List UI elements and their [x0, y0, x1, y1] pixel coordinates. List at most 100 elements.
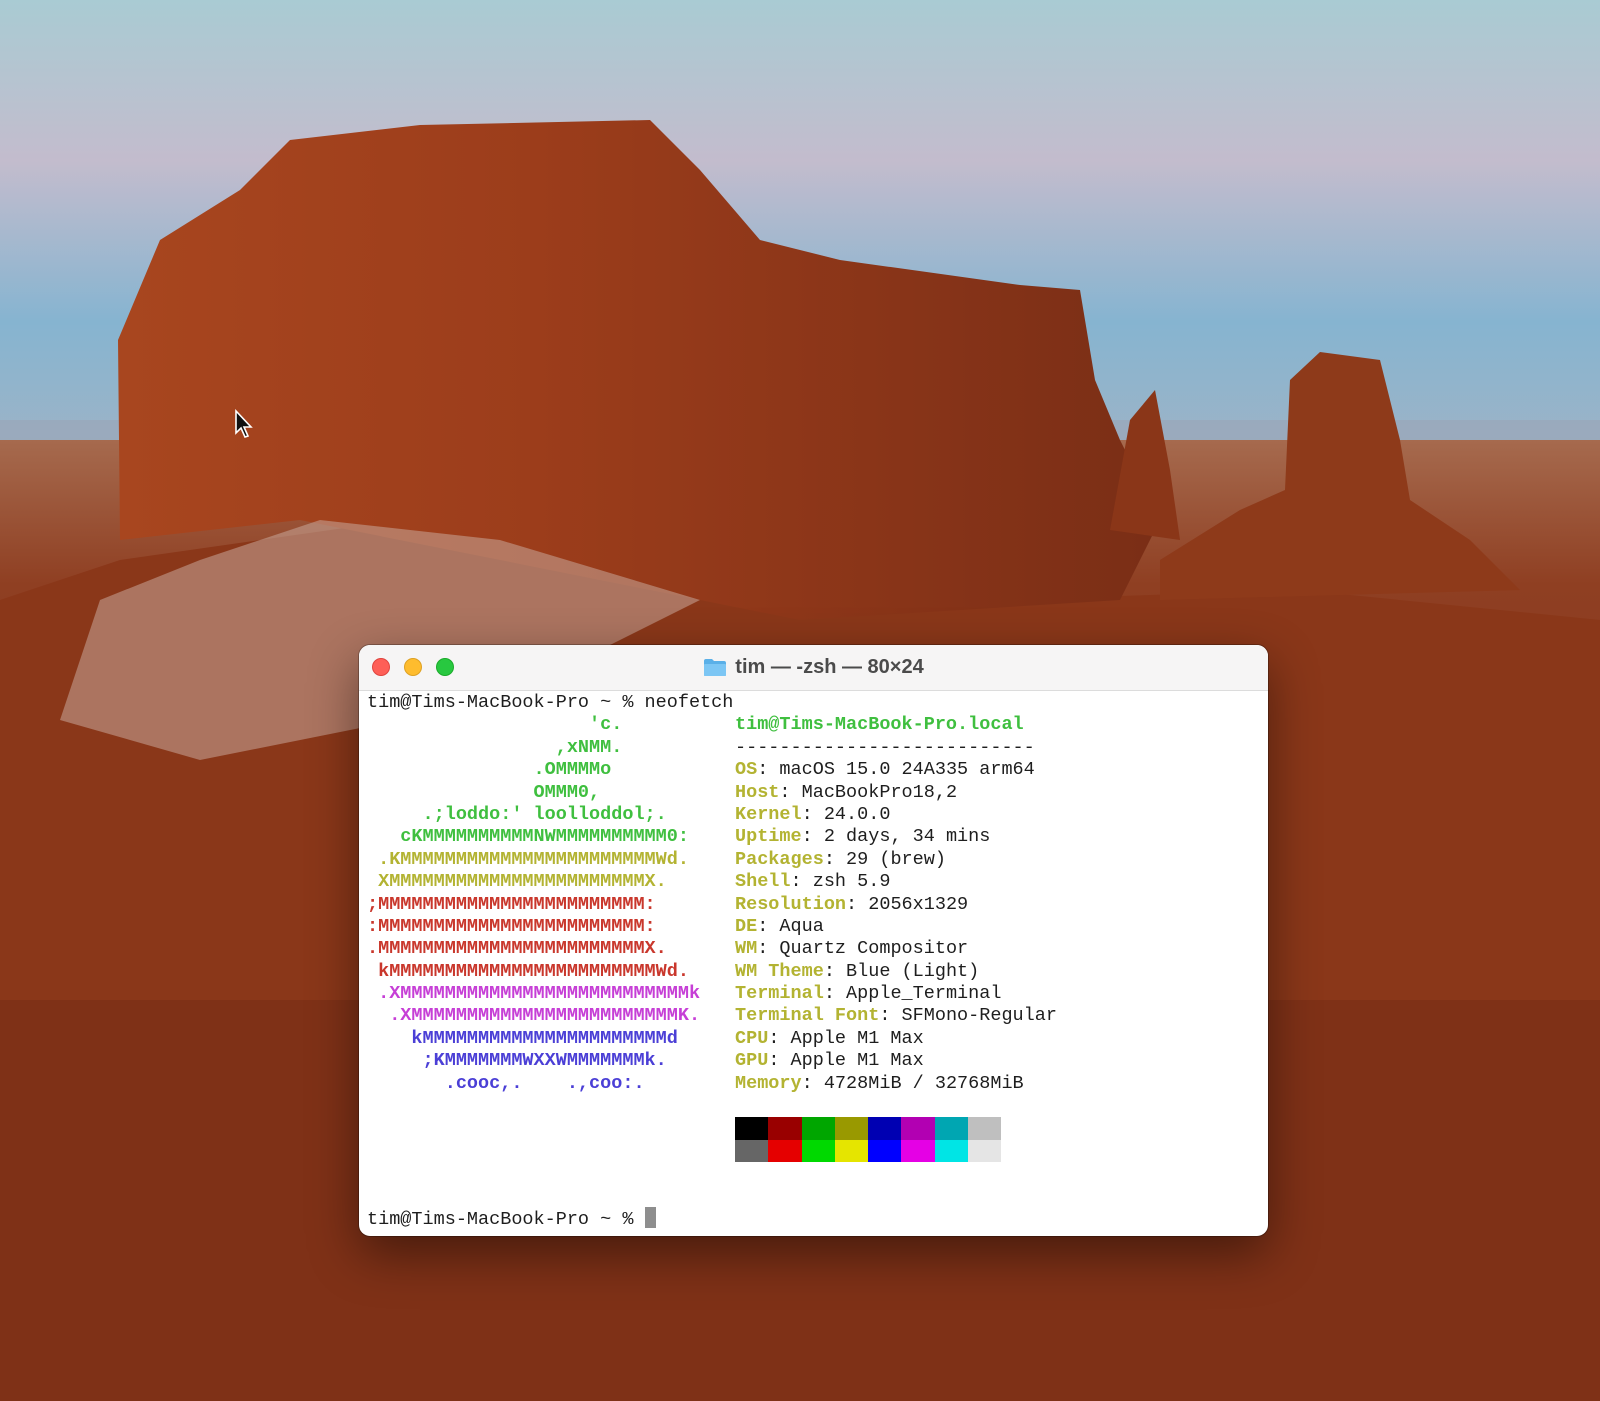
output-line: .XMMMMMMMMMMMMMMMMMMMMMMMMK. Terminal Fon… — [367, 1005, 1260, 1027]
color-palette-row — [367, 1117, 1260, 1140]
output-line: OMMM0, Host: MacBookPro18,2 — [367, 782, 1260, 804]
color-blocks — [735, 1117, 1002, 1140]
info-value: : Apple M1 Max — [768, 1027, 924, 1049]
info-value: : MacBookPro18,2 — [779, 781, 958, 803]
logo-line: .KMMMMMMMMMMMMMMMMMMMMMMMWd. — [367, 848, 689, 870]
info-value: : SFMono-Regular — [879, 1005, 1057, 1027]
output-line: .cooc,. .,coo:. Memory: 4728MiB / 32768Mi… — [367, 1073, 1260, 1095]
terminal-output[interactable]: tim@Tims-MacBook-Pro ~ % neofetch 'c. tim… — [367, 692, 1260, 1236]
info-label: Packages — [735, 848, 824, 870]
color-blocks — [735, 1139, 1002, 1163]
logo-line: OMMM0, — [367, 781, 601, 803]
logo-line: .OMMMMo — [367, 759, 612, 781]
color-swatch — [868, 1139, 902, 1163]
color-swatch — [735, 1139, 769, 1163]
info-value: : Blue (Light) — [823, 960, 980, 982]
color-swatch — [968, 1117, 1002, 1140]
window-title-text: tim — -zsh — 80×24 — [735, 656, 924, 678]
info-line: CPU: Apple M1 Max — [735, 1028, 924, 1050]
logo-line: kMMMMMMMMMMMMMMMMMMMMMMMMWd. — [367, 960, 689, 982]
info-label: Resolution — [735, 893, 847, 915]
mouse-pointer-icon — [235, 409, 253, 438]
info-value: : 2056x1329 — [846, 893, 969, 915]
info-line: WM: Quartz Compositor — [735, 938, 968, 960]
info-label: WM — [735, 938, 758, 960]
color-swatch — [901, 1117, 935, 1140]
output-line: kMMMMMMMMMMMMMMMMMMMMMMd CPU: Apple M1 Ma… — [367, 1028, 1260, 1050]
separator: --------------------------- — [735, 736, 1035, 758]
info-value: : 4728MiB / 32768MiB — [801, 1072, 1024, 1094]
output-line: :MMMMMMMMMMMMMMMMMMMMMMMM: DE: Aqua — [367, 916, 1260, 938]
info-value: : Quartz Compositor — [757, 938, 969, 960]
color-swatch — [901, 1139, 935, 1163]
output-line: ;MMMMMMMMMMMMMMMMMMMMMMMM: Resolution: 20… — [367, 894, 1260, 916]
output-line: 'c. tim@Tims-MacBook-Pro.local — [367, 714, 1260, 736]
color-swatch — [768, 1139, 802, 1163]
window-title: tim — -zsh — 80×24 — [359, 645, 1268, 690]
folder-icon — [704, 659, 727, 676]
color-swatch — [868, 1117, 902, 1140]
logo-line: kMMMMMMMMMMMMMMMMMMMMMMd — [367, 1027, 678, 1049]
color-swatch — [834, 1117, 869, 1140]
logo-line: cKMMMMMMMMMMNWMMMMMMMMMM0: — [367, 826, 689, 848]
color-swatch — [834, 1139, 869, 1163]
info-line: GPU: Apple M1 Max — [735, 1050, 924, 1072]
info-line: Uptime: 2 days, 34 mins — [735, 826, 990, 848]
logo-line: XMMMMMMMMMMMMMMMMMMMMMMMX. — [367, 871, 667, 893]
info-line: --------------------------- — [735, 737, 1035, 759]
info-line: WM Theme: Blue (Light) — [735, 961, 979, 983]
logo-line: :MMMMMMMMMMMMMMMMMMMMMMMM: — [367, 915, 656, 937]
prompt: tim@Tims-MacBook-Pro ~ % — [367, 1208, 645, 1230]
info-label: Terminal Font — [735, 1005, 880, 1027]
info-label: Kernel — [735, 803, 802, 825]
color-swatch — [801, 1117, 835, 1140]
terminal-window: tim — -zsh — 80×24 tim@Tims-MacBook-Pro … — [359, 645, 1268, 1236]
logo-line: .;loddo:' loolloddol;. — [367, 803, 667, 825]
output-line: .;loddo:' loolloddol;. Kernel: 24.0.0 — [367, 804, 1260, 826]
info-line: Packages: 29 (brew) — [735, 849, 946, 871]
color-swatch — [735, 1117, 769, 1140]
info-label: CPU — [735, 1027, 769, 1049]
info-label: DE — [735, 915, 758, 937]
info-label: Shell — [735, 871, 791, 893]
output-line: .OMMMMo OS: macOS 15.0 24A335 arm64 — [367, 759, 1260, 781]
info-value: : 29 (brew) — [823, 848, 946, 870]
info-line: Kernel: 24.0.0 — [735, 804, 890, 826]
info-line: Shell: zsh 5.9 — [735, 871, 890, 893]
info-line: tim@Tims-MacBook-Pro.local — [735, 714, 1024, 736]
info-value: : Apple M1 Max — [768, 1050, 924, 1072]
output-line: .MMMMMMMMMMMMMMMMMMMMMMMMX. WM: Quartz Co… — [367, 938, 1260, 960]
output-line: .KMMMMMMMMMMMMMMMMMMMMMMMWd. Packages: 29… — [367, 849, 1260, 871]
prompt-line[interactable]: tim@Tims-MacBook-Pro ~ % — [367, 1206, 1260, 1230]
info-value: : macOS 15.0 24A335 arm64 — [757, 759, 1035, 781]
color-swatch — [968, 1139, 1002, 1163]
logo-line: .MMMMMMMMMMMMMMMMMMMMMMMMX. — [367, 938, 667, 960]
info-label: Host — [735, 781, 780, 803]
info-label: Terminal — [735, 983, 824, 1005]
title-bar[interactable]: tim — -zsh — 80×24 — [359, 645, 1268, 691]
info-line: OS: macOS 15.0 24A335 arm64 — [735, 759, 1035, 781]
logo-line: .XMMMMMMMMMMMMMMMMMMMMMMMMK. — [367, 1005, 701, 1027]
logo-line: .XMMMMMMMMMMMMMMMMMMMMMMMMMMk — [367, 983, 701, 1005]
output-line: cKMMMMMMMMMMNWMMMMMMMMMM0: Uptime: 2 days… — [367, 826, 1260, 848]
logo-line: ,xNMM. — [367, 736, 623, 758]
color-swatch — [768, 1117, 802, 1140]
text-cursor — [644, 1206, 656, 1228]
logo-line: ;KMMMMMMMWXXWMMMMMMMk. — [367, 1050, 667, 1072]
output-line: .XMMMMMMMMMMMMMMMMMMMMMMMMMMk Terminal: A… — [367, 983, 1260, 1005]
info-value: : 2 days, 34 mins — [801, 826, 991, 848]
info-line: Terminal: Apple_Terminal — [735, 983, 1001, 1005]
color-palette-row — [367, 1139, 1260, 1163]
output-line: XMMMMMMMMMMMMMMMMMMMMMMMX. Shell: zsh 5.9 — [367, 871, 1260, 893]
info-line: Host: MacBookPro18,2 — [735, 782, 957, 804]
color-swatch — [934, 1117, 969, 1140]
info-value: : Aqua — [757, 915, 824, 937]
info-label: Uptime — [735, 826, 802, 848]
info-line: Resolution: 2056x1329 — [735, 894, 968, 916]
info-value: : 24.0.0 — [801, 803, 891, 825]
output-line: ,xNMM. --------------------------- — [367, 737, 1260, 759]
user-host: tim@Tims-MacBook-Pro.local — [735, 714, 1024, 736]
